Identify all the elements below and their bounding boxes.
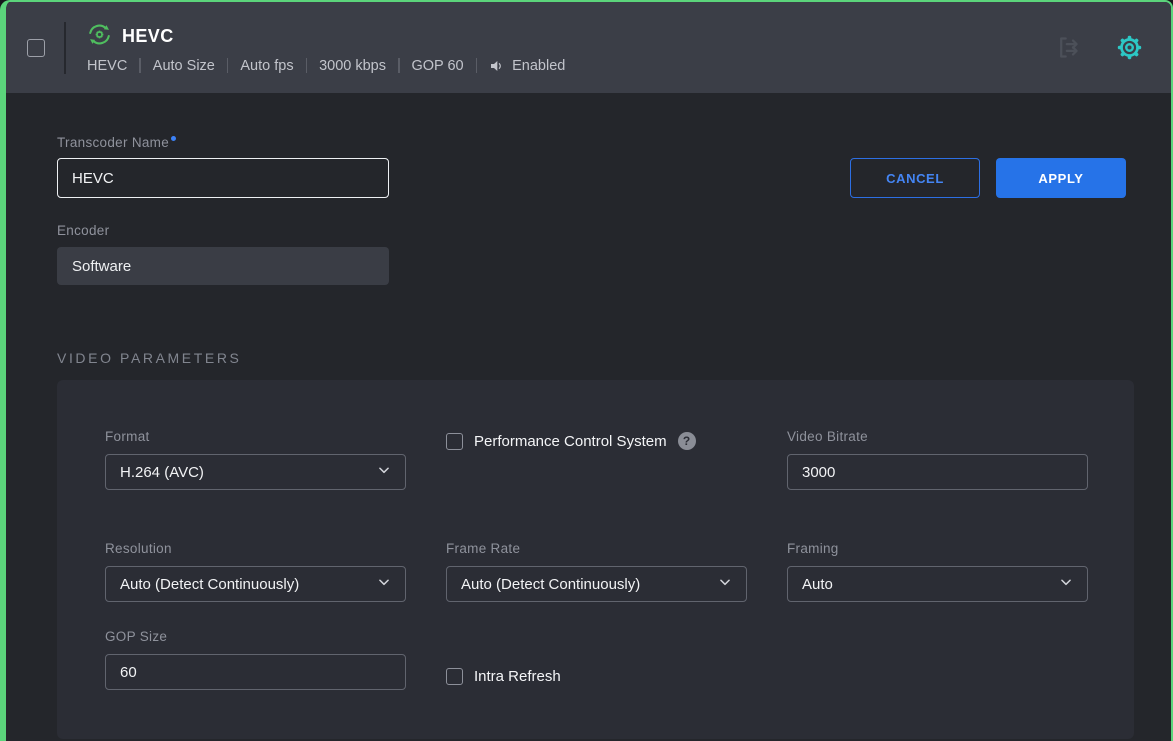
format-select[interactable]: H.264 (AVC) xyxy=(105,454,406,490)
resolution-select[interactable]: Auto (Detect Continuously) xyxy=(105,566,406,602)
summary-separator xyxy=(306,58,308,73)
transcoder-card: HEVC HEVC Auto Size Auto fps 3000 kbps G… xyxy=(0,0,1173,741)
transcoder-summary: HEVC Auto Size Auto fps 3000 kbps GOP 60… xyxy=(87,58,565,74)
content-area: Transcoder Name CANCEL APPLY Encoder Sof… xyxy=(6,135,1171,739)
performance-control-system-label: Performance Control System xyxy=(474,433,667,450)
frame-rate-value: Auto (Detect Continuously) xyxy=(461,576,640,593)
performance-control-system-checkbox[interactable] xyxy=(446,433,463,450)
chevron-down-icon xyxy=(377,575,391,593)
header-main: HEVC HEVC Auto Size Auto fps 3000 kbps G… xyxy=(87,22,565,74)
summary-separator xyxy=(476,58,478,73)
encoder-value-field[interactable]: Software xyxy=(57,247,389,285)
format-value: H.264 (AVC) xyxy=(120,464,204,481)
header-divider xyxy=(64,22,66,74)
framing-select[interactable]: Auto xyxy=(787,566,1088,602)
frame-rate-select[interactable]: Auto (Detect Continuously) xyxy=(446,566,747,602)
chevron-down-icon xyxy=(377,463,391,481)
select-transcoder-checkbox[interactable] xyxy=(27,39,45,57)
page-title: HEVC xyxy=(122,26,174,47)
help-icon[interactable]: ? xyxy=(678,432,696,450)
summary-bitrate: 3000 kbps xyxy=(319,58,386,74)
video-bitrate-label: Video Bitrate xyxy=(787,429,1088,444)
format-label: Format xyxy=(105,429,406,444)
summary-gop: GOP 60 xyxy=(412,58,464,74)
summary-separator xyxy=(139,58,141,73)
audio-status: Enabled xyxy=(512,58,565,74)
intra-refresh-checkbox[interactable] xyxy=(446,668,463,685)
framing-value: Auto xyxy=(802,576,833,593)
summary-codec: HEVC xyxy=(87,58,127,74)
chevron-down-icon xyxy=(718,575,732,593)
transcoder-sync-gear-icon xyxy=(87,22,112,52)
encoder-value: Software xyxy=(72,258,131,275)
required-marker xyxy=(171,136,176,141)
encoder-label: Encoder xyxy=(57,223,1126,238)
speaker-icon xyxy=(489,58,505,74)
gear-icon[interactable] xyxy=(1114,32,1145,63)
chevron-down-icon xyxy=(1059,575,1073,593)
resolution-value: Auto (Detect Continuously) xyxy=(120,576,299,593)
video-bitrate-input[interactable] xyxy=(787,454,1088,490)
summary-fps: Auto fps xyxy=(240,58,293,74)
transcoder-name-label: Transcoder Name xyxy=(57,135,389,150)
cancel-button[interactable]: CANCEL xyxy=(850,158,980,198)
transcoder-name-input[interactable] xyxy=(57,158,389,198)
gop-size-label: GOP Size xyxy=(105,629,406,644)
header-bar: HEVC HEVC Auto Size Auto fps 3000 kbps G… xyxy=(6,2,1171,93)
summary-separator xyxy=(398,58,400,73)
resolution-label: Resolution xyxy=(105,541,406,556)
apply-button[interactable]: APPLY xyxy=(996,158,1126,198)
summary-size: Auto Size xyxy=(153,58,215,74)
video-parameters-panel: Format H.264 (AVC) Performance Control S… xyxy=(57,380,1134,739)
framing-label: Framing xyxy=(787,541,1088,556)
gop-size-input[interactable] xyxy=(105,654,406,690)
export-icon[interactable] xyxy=(1053,32,1084,63)
video-parameters-section-title: VIDEO PARAMETERS xyxy=(57,350,1126,366)
summary-separator xyxy=(227,58,229,73)
frame-rate-label: Frame Rate xyxy=(446,541,747,556)
intra-refresh-label: Intra Refresh xyxy=(474,668,561,685)
